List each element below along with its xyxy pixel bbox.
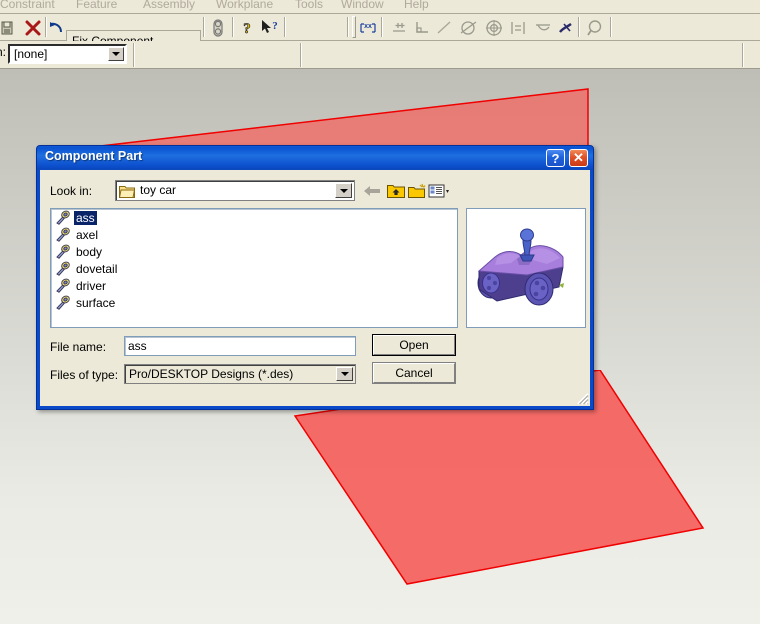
toolbar-secondary[interactable]: n: [none] — [0, 41, 760, 69]
delete-x-icon[interactable] — [22, 17, 44, 38]
component-part-dialog[interactable]: Component Part ? ✕ Look in: toy car ass … — [36, 145, 594, 410]
save-icon[interactable] — [0, 17, 18, 38]
filename-input[interactable]: ass — [124, 336, 356, 356]
chevron-down-icon[interactable] — [335, 183, 352, 198]
zoom-icon[interactable] — [585, 17, 607, 38]
dialog-body: Look in: toy car ass axel body dovetail … — [40, 170, 590, 406]
filetype-combobox[interactable]: Pro/DESKTOP Designs (*.des) — [124, 364, 356, 384]
file-name: body — [76, 244, 103, 259]
lookin-combobox[interactable]: toy car — [115, 180, 355, 201]
up-one-level-button[interactable] — [384, 180, 407, 201]
help-icon: ? — [551, 150, 560, 166]
list-item[interactable]: surface — [51, 294, 457, 311]
list-item[interactable]: body — [51, 243, 457, 260]
pro-desktop-file-icon — [56, 227, 70, 242]
list-item[interactable]: ass — [51, 209, 457, 226]
lookin-value: toy car — [140, 183, 177, 197]
menu-bar[interactable]: Constraint Feature Assembly Workplane To… — [0, 0, 760, 14]
toolbar-grip[interactable] — [352, 16, 356, 38]
add-point-icon[interactable] — [388, 17, 410, 38]
dumbbell-constraint-icon[interactable] — [207, 17, 229, 38]
back-button[interactable] — [360, 180, 383, 201]
close-icon: ✕ — [573, 150, 584, 165]
cancel-button-label: Cancel — [395, 366, 433, 380]
toolbar-separator — [300, 43, 302, 67]
toolbar-separator — [284, 17, 286, 37]
menu-item-workplane[interactable]: Workplane — [216, 0, 273, 11]
cancel-button[interactable]: Cancel — [372, 362, 456, 384]
file-name: axel — [76, 227, 99, 242]
equal-length-icon[interactable] — [507, 17, 529, 38]
open-button-label: Open — [399, 338, 429, 352]
toolbar-separator — [381, 17, 383, 37]
lookin-label: Look in: — [50, 184, 93, 198]
filetype-value: Pro/DESKTOP Designs (*.des) — [129, 367, 294, 381]
toolbar-separator — [610, 17, 612, 37]
workplane-top[interactable] — [0, 69, 760, 154]
pro-desktop-file-icon — [56, 210, 70, 225]
help-question-icon[interactable]: ? — [236, 17, 258, 38]
dialog-help-button[interactable]: ? — [546, 149, 565, 167]
pro-desktop-file-icon — [56, 244, 70, 259]
toy-car-preview-image — [467, 209, 585, 327]
pro-desktop-file-icon — [56, 278, 70, 293]
dimension-xx-icon[interactable]: xx — [357, 17, 379, 38]
toolbar-separator — [133, 43, 135, 67]
list-item[interactable]: dovetail — [51, 260, 457, 277]
fix-constraint-icon[interactable] — [555, 17, 577, 38]
toolbar-separator — [347, 17, 349, 37]
toolbar-separator — [578, 17, 580, 37]
constraint-select-value: [none] — [14, 47, 48, 61]
file-name: surface — [76, 295, 116, 310]
create-new-folder-button[interactable] — [406, 180, 429, 201]
views-button[interactable] — [427, 180, 450, 201]
folder-icon — [119, 186, 135, 198]
concentric-icon[interactable] — [483, 17, 505, 38]
constraint-select[interactable]: [none] — [8, 44, 127, 64]
constraint-select-label: n: — [0, 45, 7, 59]
toolbar-primary[interactable]: Fix Component ? ? xx — [0, 14, 760, 52]
tangent-icon[interactable] — [458, 17, 480, 38]
chevron-down-icon[interactable] — [108, 47, 124, 61]
menu-item-tools[interactable]: Tools — [295, 0, 323, 11]
dialog-close-button[interactable]: ✕ — [569, 149, 588, 167]
corner-icon[interactable] — [411, 17, 433, 38]
svg-text:?: ? — [243, 21, 251, 37]
parallel-icon[interactable] — [532, 17, 554, 38]
menu-item-constraint[interactable]: Constraint — [0, 0, 55, 11]
file-name: ass — [74, 210, 97, 225]
list-item[interactable]: driver — [51, 277, 457, 294]
toolbar-separator — [232, 17, 234, 37]
file-preview-pane — [466, 208, 586, 328]
dialog-title: Component Part — [45, 149, 143, 163]
filename-label: File name: — [50, 340, 107, 354]
list-item[interactable]: axel — [51, 226, 457, 243]
resize-grip[interactable] — [575, 391, 589, 405]
open-button[interactable]: Open — [372, 334, 456, 356]
filetype-label: Files of type: — [50, 368, 119, 382]
pro-desktop-file-icon — [56, 261, 70, 276]
file-name: driver — [76, 278, 107, 293]
toolbar-separator — [203, 17, 205, 37]
line-icon[interactable] — [433, 17, 455, 38]
chevron-down-icon[interactable] — [336, 367, 353, 381]
menu-item-help[interactable]: Help — [404, 0, 429, 11]
toolbar-separator — [742, 43, 744, 67]
pro-desktop-file-icon — [56, 295, 70, 310]
file-name: dovetail — [76, 261, 118, 276]
svg-text:?: ? — [272, 20, 278, 32]
svg-text:xx: xx — [364, 23, 372, 30]
menu-item-feature[interactable]: Feature — [76, 0, 117, 11]
context-help-icon[interactable]: ? — [259, 17, 281, 38]
file-list[interactable]: ass axel body dovetail driver surface — [50, 208, 458, 328]
menu-item-assembly[interactable]: Assembly — [143, 0, 195, 11]
filename-value: ass — [128, 339, 147, 353]
menu-item-window[interactable]: Window — [341, 0, 384, 11]
dialog-title-bar[interactable]: Component Part ? ✕ — [37, 146, 593, 170]
undo-icon[interactable] — [46, 17, 68, 38]
